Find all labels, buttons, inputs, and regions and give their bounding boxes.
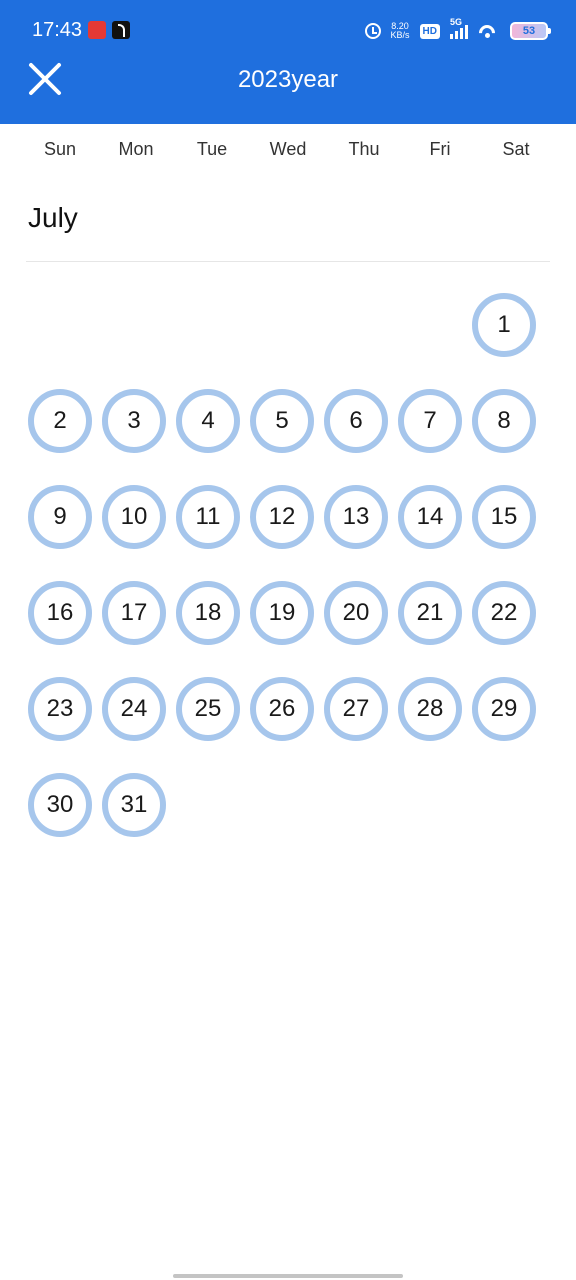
app-notification-icon [88, 21, 106, 39]
day-cell[interactable]: 30 [28, 773, 92, 837]
home-indicator[interactable] [173, 1274, 403, 1278]
status-time: 17:43 [32, 19, 83, 41]
app-header: 17:43 8.20 KB/s HD 5G 53 2023year [0, 0, 576, 124]
day-cell[interactable]: 6 [324, 389, 388, 453]
weekday-label: Fri [429, 139, 451, 159]
day-blank [398, 293, 462, 357]
day-cell[interactable]: 21 [398, 581, 462, 645]
month-divider [26, 261, 550, 262]
music-app-icon [112, 21, 130, 39]
day-grid: 1 2 3 4 5 6 7 8 9 10 11 12 13 14 15 16 17 18 19 20 21 22 23 24 2… [28, 293, 540, 837]
signal-type-label: 5G [450, 17, 463, 27]
weekday-label: Sun [43, 139, 77, 159]
day-cell[interactable]: 2 [28, 389, 92, 453]
battery-level: 53 [522, 25, 536, 37]
day-cell[interactable]: 26 [250, 677, 314, 741]
day-cell[interactable]: 24 [102, 677, 166, 741]
weekday-label: Mon [118, 139, 154, 159]
status-bar: 17:43 8.20 KB/s HD 5G 53 [0, 0, 576, 60]
day-cell[interactable]: 11 [176, 485, 240, 549]
day-cell[interactable]: 23 [28, 677, 92, 741]
day-cell[interactable]: 12 [250, 485, 314, 549]
day-cell[interactable]: 3 [102, 389, 166, 453]
weekday-label: Thu [348, 139, 380, 159]
cellular-signal-icon: 5G [450, 17, 468, 39]
alarm-icon [364, 23, 381, 39]
day-cell[interactable]: 10 [102, 485, 166, 549]
wifi-icon [478, 23, 500, 39]
day-cell[interactable]: 31 [102, 773, 166, 837]
day-cell[interactable]: 20 [324, 581, 388, 645]
day-cell[interactable]: 7 [398, 389, 462, 453]
day-blank [102, 293, 166, 357]
day-cell[interactable]: 22 [472, 581, 536, 645]
day-cell[interactable]: 18 [176, 581, 240, 645]
weekday-label: Sat [502, 139, 530, 159]
day-cell[interactable]: 4 [176, 389, 240, 453]
day-cell[interactable]: 8 [472, 389, 536, 453]
day-cell[interactable]: 15 [472, 485, 536, 549]
day-cell[interactable]: 14 [398, 485, 462, 549]
network-speed: 8.20 KB/s [391, 22, 410, 40]
day-cell[interactable]: 13 [324, 485, 388, 549]
battery-icon: 53 [510, 22, 551, 40]
day-blank [324, 293, 388, 357]
day-cell[interactable]: 17 [102, 581, 166, 645]
status-indicators: 8.20 KB/s HD 5G 53 [364, 17, 551, 44]
day-cell[interactable]: 5 [250, 389, 314, 453]
day-blank [28, 293, 92, 357]
day-cell[interactable]: 25 [176, 677, 240, 741]
month-title: July [28, 202, 78, 233]
day-cell[interactable]: 19 [250, 581, 314, 645]
day-cell[interactable]: 16 [28, 581, 92, 645]
network-speed-unit: KB/s [390, 30, 410, 40]
weekday-label: Wed [269, 139, 307, 159]
day-cell[interactable]: 9 [28, 485, 92, 549]
weekday-header-row: Sun Mon Tue Wed Thu Fri Sat [23, 124, 553, 174]
hd-badge: HD [419, 23, 440, 39]
day-cell[interactable]: 1 [472, 293, 536, 357]
day-cell[interactable]: 28 [398, 677, 462, 741]
day-cell[interactable]: 29 [472, 677, 536, 741]
weekday-label: Tue [196, 139, 228, 159]
page-title: 2023year [237, 66, 339, 93]
day-cell[interactable]: 27 [324, 677, 388, 741]
day-blank [176, 293, 240, 357]
day-blank [250, 293, 314, 357]
